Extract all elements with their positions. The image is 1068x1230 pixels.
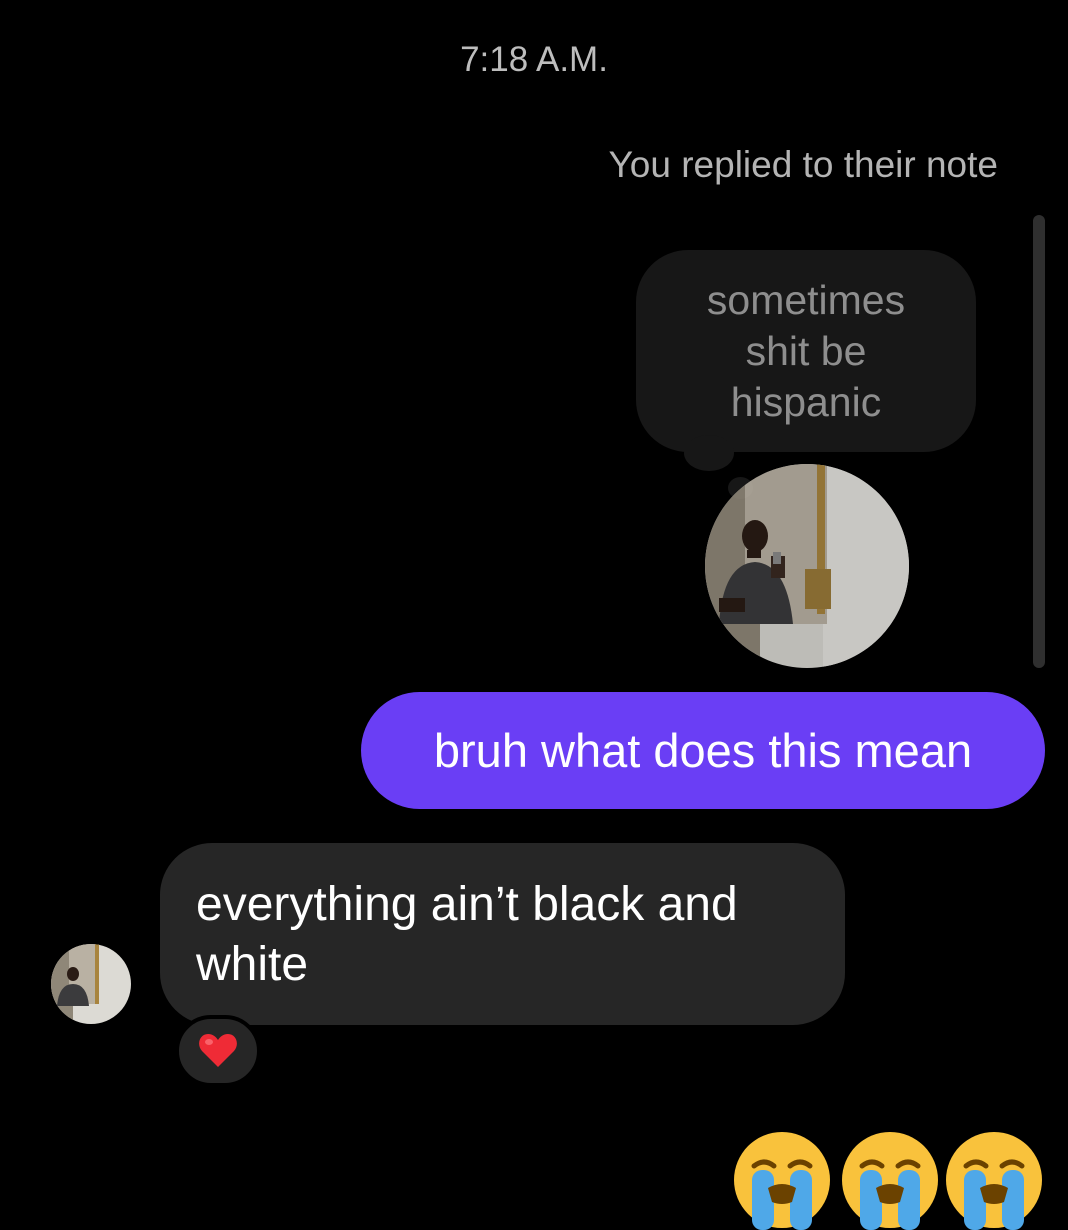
received-message-text: everything ain’t black and white xyxy=(196,878,738,991)
sent-message-text: bruh what does this mean xyxy=(433,724,973,777)
loudly-crying-face-icon xyxy=(734,1132,830,1230)
note-author-avatar[interactable] xyxy=(705,464,909,668)
note-reply-label: You replied to their note xyxy=(608,144,998,185)
scrollbar[interactable] xyxy=(1033,215,1045,668)
profile-photo-image xyxy=(705,464,909,668)
received-message-bubble[interactable]: everything ain’t black and white xyxy=(160,843,845,1025)
loudly-crying-face-icon xyxy=(842,1132,938,1230)
sent-message-bubble[interactable]: bruh what does this mean xyxy=(361,692,1045,809)
heart-icon xyxy=(199,1034,237,1067)
reaction-badge[interactable] xyxy=(175,1015,261,1087)
emoji-message[interactable] xyxy=(732,1130,1052,1230)
loudly-crying-face-icon xyxy=(946,1132,1042,1230)
note-bubble[interactable]: sometimes shit be hispanic xyxy=(636,250,976,452)
note-text: sometimes shit be hispanic xyxy=(706,276,906,425)
sender-avatar[interactable] xyxy=(51,944,131,1024)
sender-profile-image xyxy=(51,944,131,1024)
message-timestamp: 7:18 A.M. xyxy=(460,40,608,79)
note-thought-tail-large xyxy=(684,435,734,471)
